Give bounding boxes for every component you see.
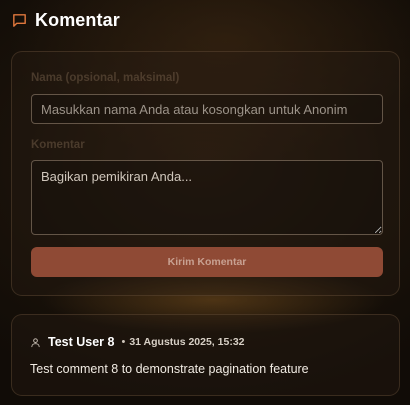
comments-header: Komentar [11, 10, 120, 31]
name-label: Nama (opsional, maksimal) [31, 72, 180, 84]
comment-form: Nama (opsional, maksimal) Komentar Kirim… [11, 51, 400, 296]
page-title: Komentar [35, 10, 120, 30]
user-icon [31, 337, 40, 347]
comment-body: Test comment 8 to demonstrate pagination… [30, 362, 309, 376]
comment-label: Komentar [31, 139, 85, 151]
comment-meta: Test User 8 • 31 Agustus 2025, 15:32 [30, 335, 245, 349]
comment-textarea[interactable] [31, 160, 383, 235]
comment-icon [13, 14, 26, 27]
name-input[interactable] [31, 94, 383, 124]
meta-separator: • [121, 336, 126, 348]
comment-timestamp: 31 Agustus 2025, 15:32 [129, 336, 245, 348]
comment-item: Test User 8 • 31 Agustus 2025, 15:32 Tes… [11, 314, 400, 396]
submit-comment-button[interactable]: Kirim Komentar [31, 247, 383, 277]
comment-author: Test User 8 [48, 335, 115, 349]
